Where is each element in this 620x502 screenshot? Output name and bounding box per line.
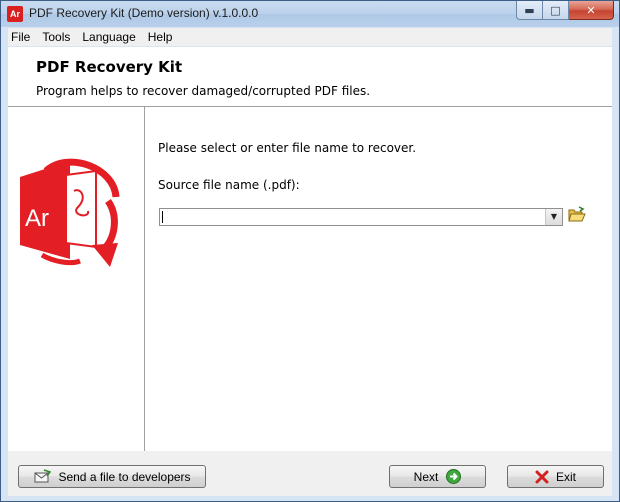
caption-buttons: ▬ □ ✕ [516,1,614,20]
send-file-label: Send a file to developers [58,469,191,484]
menu-language[interactable]: Language [76,30,141,44]
maximize-button[interactable]: □ [543,1,569,20]
close-icon: ✕ [586,3,596,17]
dropdown-button[interactable]: ▼ [545,209,562,225]
minimize-button[interactable]: ▬ [516,1,543,20]
maximize-icon: □ [550,3,561,17]
title-bar[interactable]: Ar PDF Recovery Kit (Demo version) v.1.0… [1,1,619,27]
next-label: Next [413,469,439,484]
left-panel: Ar [8,107,145,451]
minimize-icon: ▬ [524,3,535,17]
pdf-recovery-logo: Ar [20,158,120,267]
menu-bar: File Tools Language Help [8,28,612,46]
page-subtitle: Program helps to recover damaged/corrupt… [36,84,371,98]
client-area: PDF Recovery Kit Program helps to recove… [8,47,612,496]
arrow-right-icon [446,469,462,484]
source-file-label: Source file name (.pdf): [158,178,300,192]
menu-tools[interactable]: Tools [36,30,76,44]
envelope-icon [33,468,52,485]
exit-button[interactable]: Exit [507,465,604,488]
chevron-down-icon: ▼ [550,212,558,221]
text-caret [162,211,163,223]
exit-label: Exit [555,469,576,484]
app-icon: Ar [7,6,23,22]
wizard-header: PDF Recovery Kit Program helps to recove… [8,47,612,107]
x-icon [535,470,549,484]
browse-button[interactable] [568,206,586,224]
close-button[interactable]: ✕ [569,1,614,20]
page-title: PDF Recovery Kit [36,58,183,76]
instruction-text: Please select or enter file name to reco… [158,141,417,155]
window-title: PDF Recovery Kit (Demo version) v.1.0.0.… [29,6,259,20]
folder-open-icon [568,206,586,222]
source-file-combobox[interactable]: ▼ [159,208,563,226]
next-button[interactable]: Next [389,465,486,488]
app-window: Ar PDF Recovery Kit (Demo version) v.1.0… [0,0,620,502]
main-panel: Please select or enter file name to reco… [145,107,612,451]
logo-text: Ar [25,205,49,232]
send-file-button[interactable]: Send a file to developers [18,465,206,488]
menu-help[interactable]: Help [142,30,179,44]
menu-file[interactable]: File [8,30,36,44]
